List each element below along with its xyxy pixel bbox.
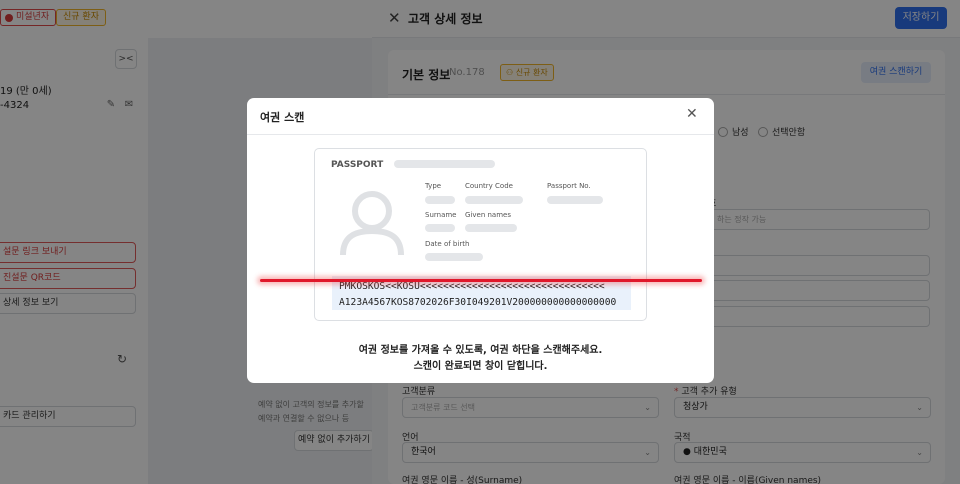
scan-close-notice: 스캔이 완료되면 창이 닫힙니다. — [413, 361, 548, 372]
skeleton-bar — [547, 196, 603, 204]
mrz-line-2: A123A4567KOS8702026F30I049201V2000000000… — [339, 297, 617, 308]
person-silhouette-icon — [339, 187, 405, 257]
skeleton-bar — [394, 160, 495, 168]
passport-illustration: PASSPORT Type Country Code Passport No. … — [314, 148, 647, 321]
passport-no-label: Passport No. — [547, 182, 591, 190]
skeleton-bar — [465, 196, 523, 204]
scan-instruction: 여권 정보를 가져올 수 있도록, 여권 하단을 스캔해주세요. — [358, 345, 603, 356]
passport-title: PASSPORT — [331, 160, 384, 170]
skeleton-bar — [425, 253, 483, 261]
surname-label: Surname — [425, 211, 457, 219]
skeleton-bar — [425, 196, 455, 204]
skeleton-bar — [425, 224, 455, 232]
close-icon[interactable]: ✕ — [686, 106, 698, 122]
modal-title: 여권 스캔 — [260, 111, 305, 124]
skeleton-bar — [465, 224, 517, 232]
country-code-label: Country Code — [465, 182, 513, 190]
dob-label: Date of birth — [425, 240, 470, 248]
scan-line — [260, 279, 702, 282]
divider — [247, 134, 714, 135]
given-names-label: Given names — [465, 211, 511, 219]
passport-scan-modal: 여권 스캔 ✕ PASSPORT Type Country Code Passp… — [247, 98, 714, 383]
type-label: Type — [425, 182, 442, 190]
